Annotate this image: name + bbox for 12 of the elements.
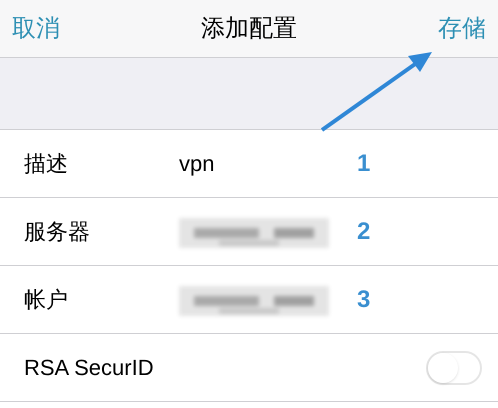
- toggle-switch[interactable]: [426, 350, 482, 384]
- row-label: 服务器: [24, 218, 91, 246]
- annotation-number: 1: [357, 148, 370, 178]
- nav-title: 添加配置: [201, 14, 297, 44]
- annotation-number: 2: [357, 216, 370, 246]
- cancel-button[interactable]: 取消: [12, 10, 60, 46]
- row-label: RSA SecurID: [24, 354, 155, 382]
- save-button[interactable]: 存储: [438, 10, 486, 46]
- row-label: 描述: [24, 150, 69, 178]
- value-field[interactable]: vpn: [179, 147, 329, 180]
- row-label: 帐户: [24, 286, 69, 314]
- annotation-number: 3: [357, 284, 370, 314]
